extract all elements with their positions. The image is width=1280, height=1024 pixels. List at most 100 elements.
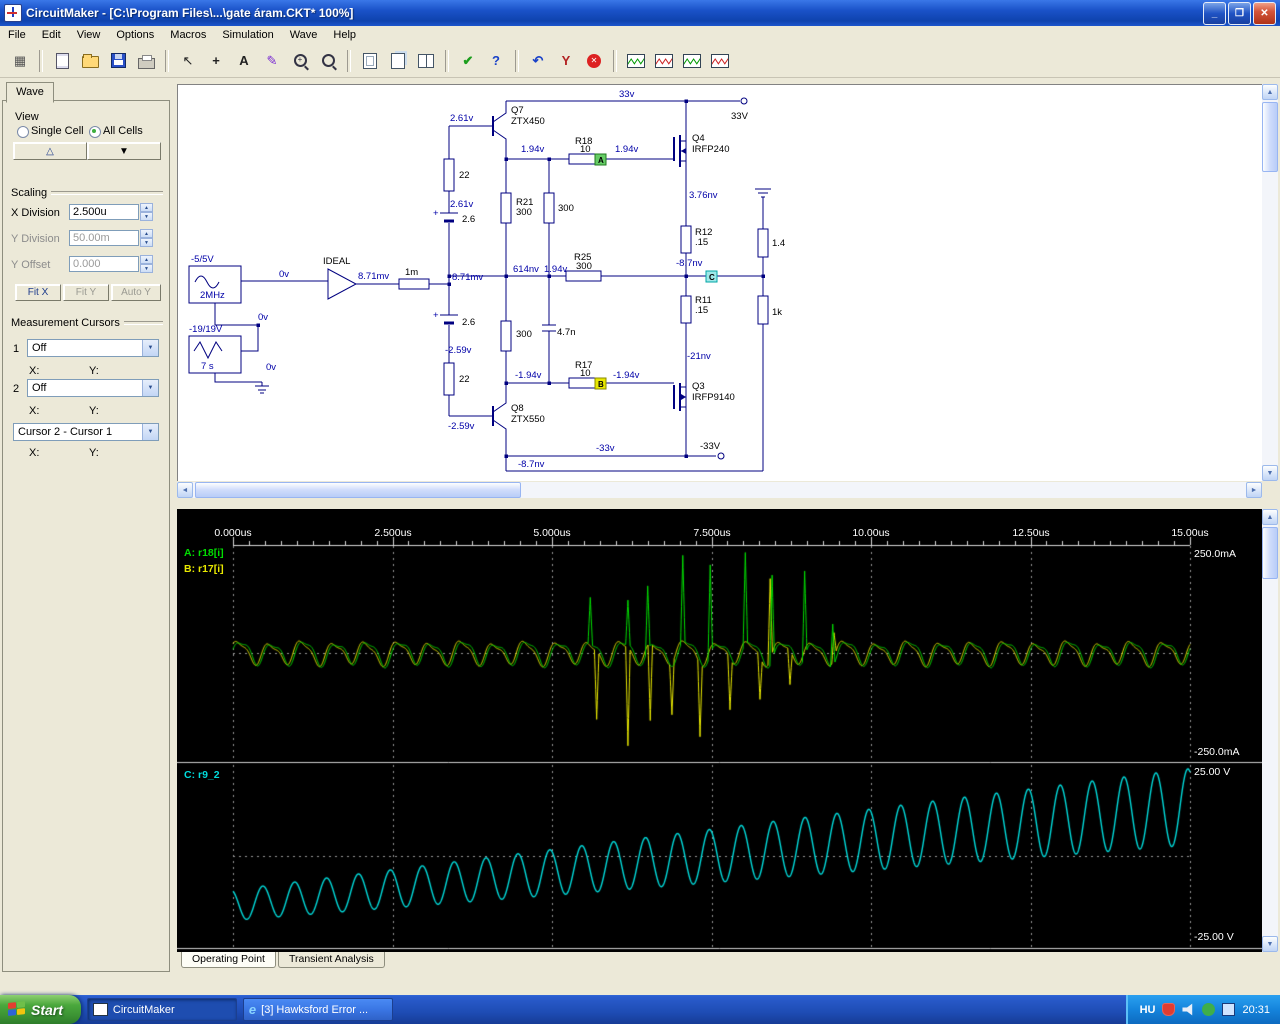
parts-browser-icon: ▦ <box>13 53 27 68</box>
multi-page-button[interactable] <box>385 48 411 73</box>
legend-trace-b[interactable]: B: r17[i] <box>184 563 224 575</box>
scroll-down-icon[interactable]: ▼ <box>1262 936 1278 952</box>
scroll-up-icon[interactable]: ▲ <box>1262 509 1278 525</box>
wave-vscroll-thumb[interactable] <box>1262 527 1278 579</box>
circuit-vscroll-thumb[interactable] <box>1262 102 1278 172</box>
stop-button[interactable]: ✕ <box>581 48 607 73</box>
scope-4-button[interactable] <box>707 48 733 73</box>
y-axis-max-label: 25.00 V <box>1194 766 1231 778</box>
legend-trace-c[interactable]: C: r9_2 <box>184 769 220 781</box>
radio-all-cells-label[interactable]: All Cells <box>103 125 143 137</box>
radio-single-cell-label[interactable]: Single Cell <box>31 125 84 137</box>
circuit-vscrollbar[interactable]: ▲ ▼ <box>1262 84 1278 481</box>
x-division-input[interactable] <box>69 204 139 220</box>
help-button[interactable]: ? <box>483 48 509 73</box>
undo-button[interactable]: ↶ <box>525 48 551 73</box>
open-button[interactable] <box>77 48 103 73</box>
menu-macros[interactable]: Macros <box>162 26 214 44</box>
circuit-hscrollbar[interactable]: ◄ ► <box>177 482 1262 498</box>
scroll-right-icon[interactable]: ► <box>1246 482 1262 498</box>
security-alert-icon[interactable] <box>1162 1003 1176 1016</box>
scope-2-button[interactable] <box>651 48 677 73</box>
print-button[interactable] <box>133 48 159 73</box>
scope-1-button[interactable] <box>623 48 649 73</box>
tab-operating-point[interactable]: Operating Point <box>181 952 276 968</box>
circuitmaker-icon <box>92 1003 108 1016</box>
auto-y-button[interactable]: Auto Y <box>111 284 161 301</box>
task-button-circuitmaker[interactable]: CircuitMaker <box>86 998 237 1021</box>
legend-trace-a[interactable]: A: r18[i] <box>184 547 224 559</box>
menu-simulation[interactable]: Simulation <box>214 26 281 44</box>
zoom-area-button[interactable]: + <box>287 48 313 73</box>
fit-page-button[interactable] <box>357 48 383 73</box>
menu-wave[interactable]: Wave <box>282 26 326 44</box>
label-q7-ref: Q7 <box>511 105 524 116</box>
maximize-button[interactable]: ❐ <box>1228 1 1251 25</box>
chevron-down-icon[interactable]: ▼ <box>142 380 158 396</box>
label-v-in3: 0v <box>266 362 276 373</box>
waveform-canvas[interactable] <box>177 509 1262 952</box>
label-src1-freq: 2MHz <box>200 290 225 301</box>
menu-view[interactable]: View <box>69 26 109 44</box>
radio-single-cell[interactable] <box>17 126 29 138</box>
network-icon[interactable] <box>1222 1003 1236 1016</box>
zoom-button[interactable] <box>315 48 341 73</box>
select-icon: ↖ <box>182 53 194 68</box>
circuit-hscroll-thumb[interactable] <box>195 482 521 498</box>
scroll-left-icon[interactable]: ◄ <box>177 482 193 498</box>
select-button[interactable]: ↖ <box>175 48 201 73</box>
save-button[interactable] <box>105 48 131 73</box>
start-button[interactable]: Start <box>0 995 81 1024</box>
y-offset-input[interactable] <box>69 256 139 272</box>
scroll-up-icon[interactable]: ▲ <box>1262 84 1278 100</box>
menu-edit[interactable]: Edit <box>34 26 69 44</box>
zoom-icon <box>321 54 335 67</box>
task-label: [3] Hawksford Error ... <box>261 1003 369 1016</box>
menu-file[interactable]: File <box>0 26 34 44</box>
label-v-mid: 1.94v <box>544 264 567 275</box>
x-division-label: X Division <box>11 207 60 219</box>
wire-button[interactable]: + <box>203 48 229 73</box>
y-division-input[interactable] <box>69 230 139 246</box>
volume-icon[interactable] <box>1182 1003 1193 1016</box>
cursor1-select[interactable]: Off ▼ <box>27 339 159 357</box>
scroll-down-icon[interactable]: ▼ <box>1262 465 1278 481</box>
probe-button[interactable]: ✎ <box>259 48 285 73</box>
tab-transient-analysis[interactable]: Transient Analysis <box>277 952 385 968</box>
wave-up-button[interactable]: △ <box>13 142 87 160</box>
y-division-spinner[interactable]: ▲ ▼ <box>140 229 153 247</box>
tab-wave[interactable]: Wave <box>6 82 54 103</box>
label-r300-bot: 300 <box>516 329 532 340</box>
close-button[interactable]: ✕ <box>1253 1 1276 25</box>
schematic-editor[interactable]: 33v 33V Q7 ZTX450 2.61v 22 2.61v +2.6 R21 300 300 1… <box>177 84 1263 481</box>
language-indicator[interactable]: HU <box>1140 1004 1156 1016</box>
cursor1-y-label: Y: <box>89 365 99 377</box>
menu-help[interactable]: Help <box>325 26 364 44</box>
messenger-icon[interactable] <box>1202 1003 1216 1016</box>
scope-3-button[interactable] <box>679 48 705 73</box>
label-v-r1m: 8.71mv <box>452 272 483 283</box>
probe-y-button[interactable]: Y <box>553 48 579 73</box>
chevron-down-icon[interactable]: ▼ <box>142 340 158 356</box>
parts-browser-button[interactable]: ▦ <box>7 48 33 73</box>
cursor-diff-select[interactable]: Cursor 2 - Cursor 1 ▼ <box>13 423 159 441</box>
fit-y-button[interactable]: Fit Y <box>63 284 109 301</box>
text-button[interactable]: A <box>231 48 257 73</box>
label-bat-top: 2.6 <box>462 214 475 225</box>
wave-down-button[interactable]: ▼ <box>87 142 161 160</box>
y-offset-spinner[interactable]: ▲ ▼ <box>140 255 153 273</box>
erc-check-button[interactable]: ✔ <box>455 48 481 73</box>
chevron-down-icon[interactable]: ▼ <box>142 424 158 440</box>
fit-x-button[interactable]: Fit X <box>15 284 61 301</box>
minimize-button[interactable]: _ <box>1203 1 1226 25</box>
y-division-label: Y Division <box>11 233 60 245</box>
menu-options[interactable]: Options <box>108 26 162 44</box>
stop-icon: ✕ <box>587 53 601 68</box>
x-division-spinner[interactable]: ▲ ▼ <box>140 203 153 221</box>
new-button[interactable] <box>49 48 75 73</box>
radio-all-cells[interactable] <box>89 126 101 138</box>
split-view-button[interactable] <box>413 48 439 73</box>
task-button-hawksford[interactable]: e [3] Hawksford Error ... <box>242 998 393 1021</box>
cursor2-select[interactable]: Off ▼ <box>27 379 159 397</box>
wave-vscrollbar[interactable]: ▲ ▼ <box>1262 509 1278 952</box>
